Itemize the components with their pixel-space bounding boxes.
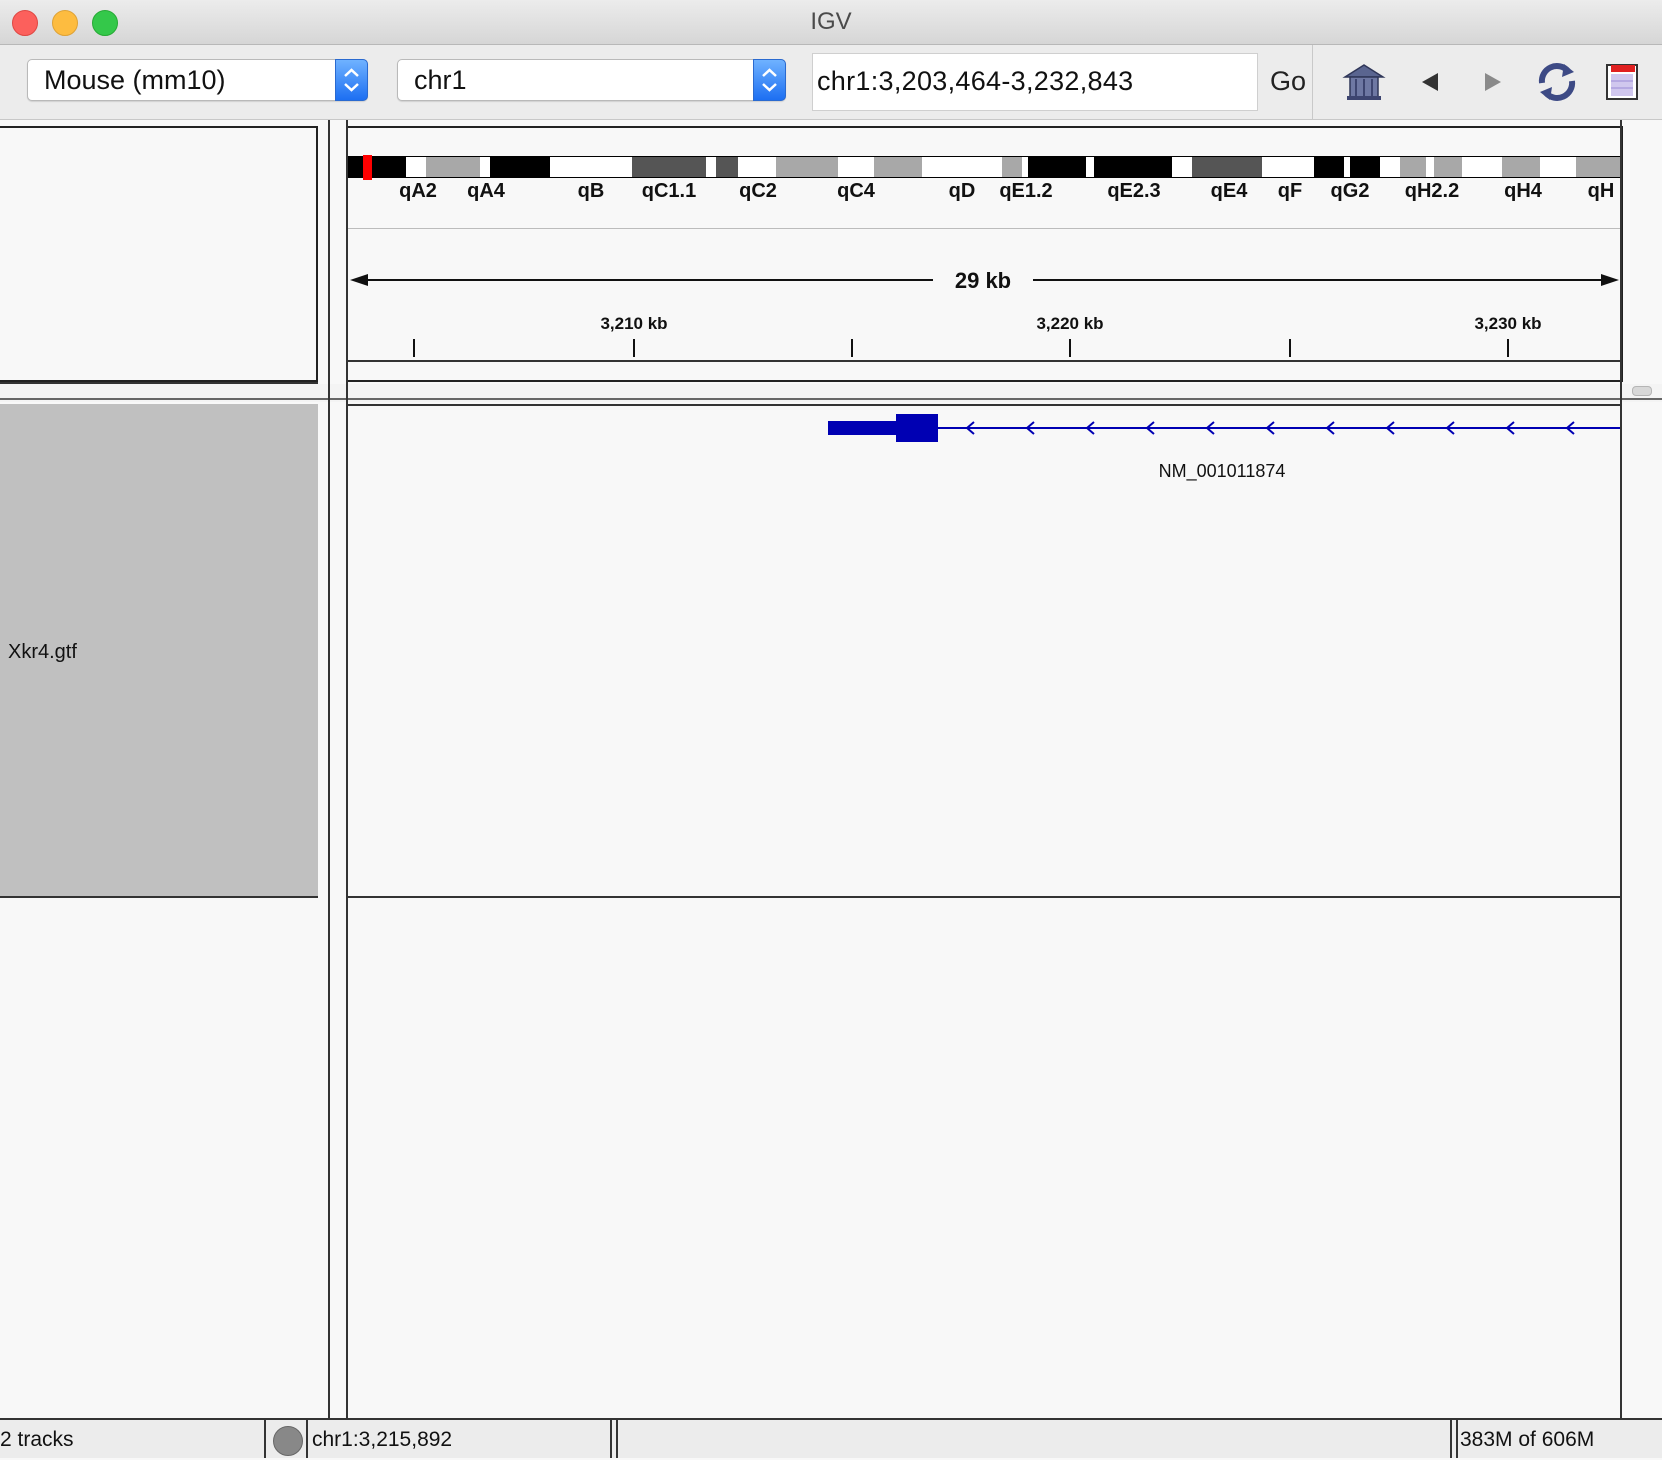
feature-name-panel: [0, 898, 328, 1418]
band-label: qB: [577, 180, 605, 202]
toolbar-divider: [1312, 45, 1313, 119]
band-label: qF: [1277, 180, 1303, 202]
divider: [348, 404, 1620, 406]
divider: [328, 120, 330, 1418]
divider: [1450, 1420, 1452, 1458]
divider: [1620, 120, 1622, 1418]
band-label: qD: [948, 180, 976, 202]
scroll-thumb[interactable]: [1632, 386, 1652, 396]
band-label: qE2.3: [1107, 180, 1161, 202]
chevron-updown-icon: [335, 59, 368, 101]
tick-label: 3,210 kb: [600, 314, 668, 333]
divider: [348, 360, 1621, 362]
band-label: qE4: [1210, 180, 1248, 202]
band-label: qG2: [1330, 180, 1370, 202]
chromosome-value: chr1: [414, 65, 467, 95]
home-icon[interactable]: [1341, 59, 1387, 105]
divider: [616, 1420, 618, 1458]
band-label: qH4: [1504, 180, 1542, 202]
span-label: 29 kb: [954, 268, 1012, 293]
forward-arrow-icon[interactable]: [1470, 59, 1516, 105]
divider: [264, 1420, 266, 1458]
window-title: IGV: [810, 8, 852, 35]
genome-value: Mouse (mm10): [44, 65, 226, 95]
status-bar: 2 tracks chr1:3,215,892 383M of 606M: [0, 1418, 1662, 1458]
header-name-panel: [0, 126, 318, 382]
ruler-tick: [851, 339, 853, 357]
divider: [306, 1420, 308, 1458]
ruler-tick: [413, 339, 415, 357]
go-button[interactable]: Go: [1264, 59, 1312, 103]
toolbar: Mouse (mm10) chr1 chr1:3,203,464-3,232,8…: [0, 45, 1662, 120]
band-label: qH: [1587, 180, 1615, 202]
tick-label: 3,220 kb: [1036, 314, 1104, 333]
band-label: qH2.2: [1404, 180, 1460, 202]
track-name-panel[interactable]: Xkr4.gtf: [0, 404, 318, 898]
band-label: qC1.1: [641, 180, 697, 202]
track-data-panel: [348, 404, 1620, 898]
band-label: qA4: [467, 180, 505, 202]
band-label: qE1.2: [999, 180, 1053, 202]
divider: [610, 1420, 612, 1458]
memory-usage: 383M of 606M: [1460, 1428, 1595, 1451]
chevron-updown-icon: [753, 59, 786, 101]
status-indicator-icon: [273, 1426, 303, 1456]
ruler-tick: [1507, 339, 1509, 357]
roi-icon[interactable]: [1599, 59, 1645, 105]
band-label: qC2: [739, 180, 777, 202]
panel-splitter[interactable]: [0, 384, 1662, 402]
band-label: qA2: [399, 180, 437, 202]
track-name: Xkr4.gtf: [8, 641, 77, 663]
feature-label: NM_001011874: [1158, 461, 1286, 481]
chromosome-dropdown[interactable]: chr1: [397, 59, 786, 101]
ruler-tick: [1289, 339, 1291, 357]
feature-data-panel: [348, 898, 1620, 1418]
chromosome-ideogram[interactable]: [348, 155, 1621, 180]
divider: [348, 228, 1621, 229]
locus-value: chr1:3,203,464-3,232,843: [817, 66, 1134, 96]
ruler-tick: [633, 339, 635, 357]
title-bar: IGV: [0, 0, 1662, 45]
current-region-marker: [363, 155, 372, 180]
band-label: qC4: [837, 180, 875, 202]
ruler-tick: [1069, 339, 1071, 357]
locus-input[interactable]: chr1:3,203,464-3,232,843: [812, 53, 1258, 111]
gene-feature[interactable]: [826, 412, 1620, 444]
position-readout: chr1:3,215,892: [312, 1428, 453, 1451]
track-count: 2 tracks: [0, 1428, 74, 1451]
back-arrow-icon[interactable]: [1407, 59, 1453, 105]
genome-dropdown[interactable]: Mouse (mm10): [27, 59, 368, 101]
tick-label: 3,230 kb: [1474, 314, 1542, 333]
divider: [1456, 1420, 1458, 1458]
refresh-icon[interactable]: [1534, 59, 1580, 105]
